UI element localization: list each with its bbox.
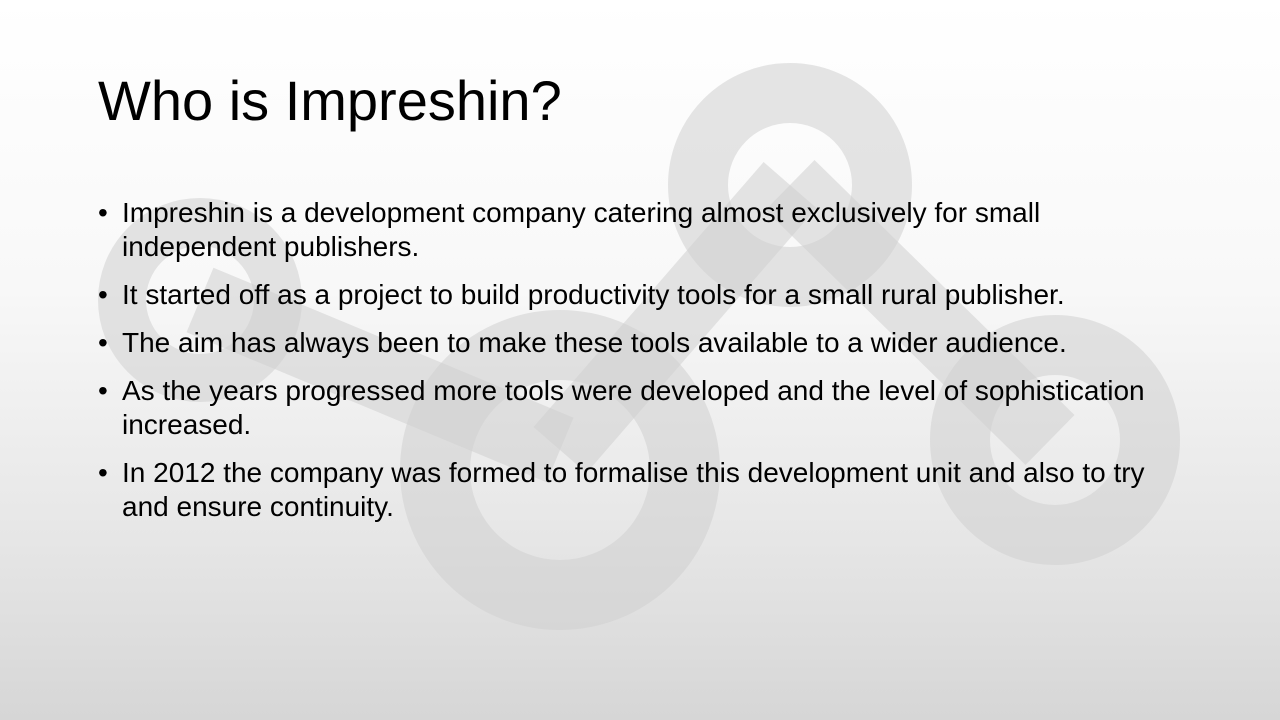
bullet-icon: •: [98, 327, 108, 358]
bullet-text: Impreshin is a development company cater…: [122, 197, 1041, 262]
bullet-item: • As the years progressed more tools wer…: [98, 374, 1198, 442]
bullet-icon: •: [98, 279, 108, 310]
bullet-text: As the years progressed more tools were …: [122, 375, 1145, 440]
bullet-item: • Impreshin is a development company cat…: [98, 196, 1198, 264]
bullet-icon: •: [98, 197, 108, 228]
bullet-item: • The aim has always been to make these …: [98, 326, 1198, 360]
slide: Who is Impreshin? • Impreshin is a devel…: [0, 0, 1280, 720]
bullet-text: The aim has always been to make these to…: [122, 327, 1067, 358]
bullet-text: In 2012 the company was formed to formal…: [122, 457, 1145, 522]
bullet-icon: •: [98, 375, 108, 406]
bullet-icon: •: [98, 457, 108, 488]
bullet-item: • It started off as a project to build p…: [98, 278, 1198, 312]
bullet-list: • Impreshin is a development company cat…: [98, 196, 1198, 538]
bullet-text: It started off as a project to build pro…: [122, 279, 1065, 310]
slide-title: Who is Impreshin?: [98, 69, 562, 132]
bullet-item: • In 2012 the company was formed to form…: [98, 456, 1198, 524]
